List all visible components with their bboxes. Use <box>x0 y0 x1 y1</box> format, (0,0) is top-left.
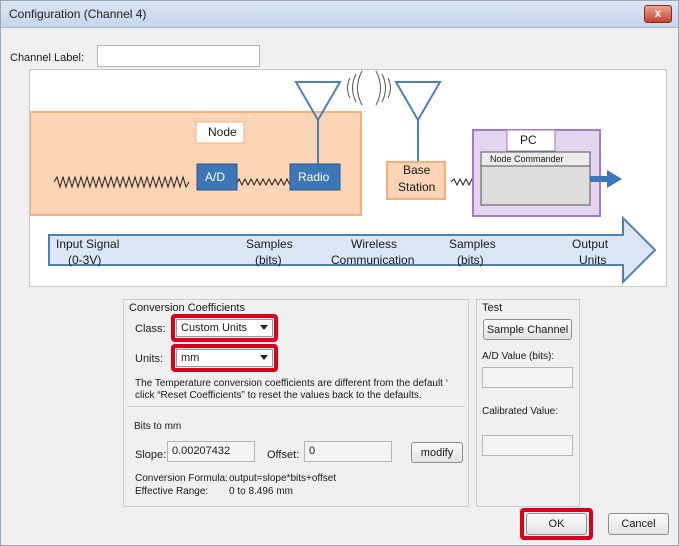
bits-to-units-title: Bits to mm <box>134 421 182 432</box>
calibrated-value-field <box>482 435 573 456</box>
offset-label: Offset: <box>267 449 300 461</box>
flow-samples-line1: Samples <box>246 237 293 251</box>
channel-label-caption: Channel Label: <box>10 52 85 64</box>
signal-flow-diagram: Node A/D Radio Base Station PC Node Comm… <box>29 69 667 287</box>
conversion-divider <box>127 406 465 407</box>
close-icon: x <box>654 6 662 20</box>
formula-value: output=slope*bits+offset <box>229 473 337 484</box>
ad-value-field <box>482 367 573 388</box>
flow-samples2-line1: Samples <box>449 237 496 251</box>
range-label: Effective Range: <box>135 486 209 497</box>
flow-output-line2: Units <box>579 253 607 267</box>
wireless-waves-left-icon <box>347 70 363 106</box>
units-label: Units: <box>135 353 164 365</box>
cancel-button[interactable]: Cancel <box>608 513 669 535</box>
flow-wireless-line2: Communication <box>331 253 415 267</box>
ad-value-label: A/D Value (bits): <box>482 351 555 362</box>
flow-input-line2: (0-3V) <box>68 253 102 267</box>
formula-label: Conversion Formula: <box>135 473 228 484</box>
base-station-label-line1: Base <box>403 163 431 177</box>
notice-line2: click “Reset Coefficients” to reset the … <box>135 390 422 401</box>
channel-label-input[interactable] <box>97 45 260 67</box>
conversion-group-title: Conversion Coefficients <box>129 302 245 314</box>
class-label: Class: <box>135 323 166 335</box>
configuration-dialog: Configuration (Channel 4) x Channel Labe… <box>0 0 679 546</box>
flow-samples-line2: (bits) <box>255 253 282 267</box>
units-select-highlight <box>171 344 278 372</box>
flow-input-line1: Input Signal <box>56 237 120 251</box>
slope-field[interactable]: 0.00207432 <box>167 441 255 462</box>
pc-label: PC <box>520 133 537 147</box>
range-value: 0 to 8.496 mm <box>229 486 293 497</box>
wireless-waves-right-icon <box>375 70 391 106</box>
slope-label: Slope: <box>135 449 167 461</box>
title-bar: Configuration (Channel 4) x <box>1 1 678 28</box>
flow-wireless-line1: Wireless <box>351 237 398 251</box>
radio-label: Radio <box>298 170 330 184</box>
calibrated-value-label: Calibrated Value: <box>482 406 558 417</box>
offset-field[interactable]: 0 <box>304 441 392 462</box>
node-label: Node <box>208 125 237 139</box>
ok-button-highlight <box>520 508 593 540</box>
flow-samples2-line2: (bits) <box>457 253 484 267</box>
class-select-highlight <box>171 314 278 342</box>
node-commander-label: Node Commander <box>490 154 564 164</box>
base-station-label-line2: Station <box>398 180 436 194</box>
close-button[interactable]: x <box>644 5 672 23</box>
window-title: Configuration (Channel 4) <box>9 7 147 21</box>
flow-output-line1: Output <box>572 237 609 251</box>
test-group-title: Test <box>482 302 503 314</box>
base-antenna-icon <box>394 81 442 162</box>
sample-channel-button[interactable]: Sample Channel <box>483 319 572 340</box>
ad-label: A/D <box>205 170 226 184</box>
notice-line1: The Temperature conversion coefficients … <box>135 378 448 389</box>
modify-button[interactable]: modify <box>411 442 463 463</box>
